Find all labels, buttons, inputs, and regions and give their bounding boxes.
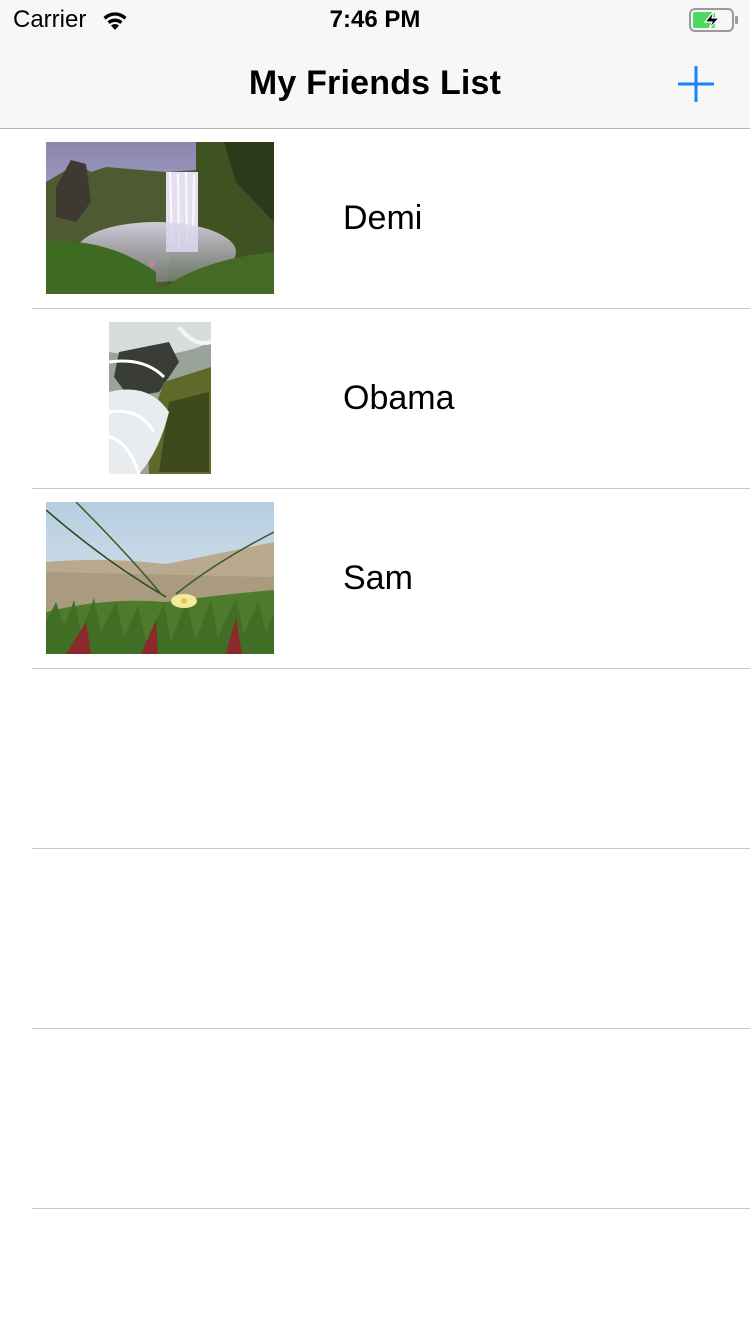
table-row[interactable]: Demi: [32, 129, 750, 309]
empty-row: [32, 849, 750, 1029]
plus-icon: [678, 66, 714, 102]
status-bar: Carrier 7:46 PM: [0, 0, 750, 40]
friend-name: Sam: [343, 559, 413, 597]
friend-photo: [46, 142, 274, 294]
navigation-bar: My Friends List: [0, 40, 750, 129]
friend-photo: [46, 502, 274, 654]
empty-row: [32, 669, 750, 849]
page-title: My Friends List: [248, 64, 502, 102]
friends-table: Demi Obama Sam: [0, 129, 750, 1209]
friend-name: Obama: [343, 379, 455, 417]
battery-charging-icon: [689, 8, 739, 37]
table-row[interactable]: Obama: [32, 309, 750, 489]
add-friend-button[interactable]: [672, 60, 720, 108]
clock: 7:46 PM: [329, 6, 421, 33]
table-row[interactable]: Sam: [32, 489, 750, 669]
friend-name: Demi: [343, 199, 423, 237]
empty-row: [32, 1029, 750, 1209]
friend-photo: [109, 322, 211, 474]
